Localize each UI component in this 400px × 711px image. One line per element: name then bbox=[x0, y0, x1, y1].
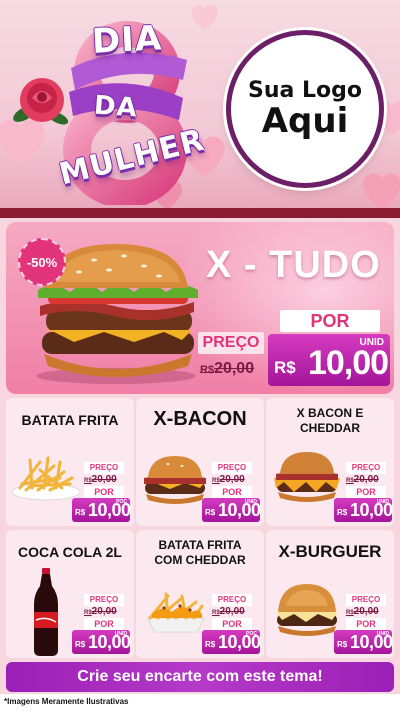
product-name: COCA COLA 2L bbox=[18, 544, 122, 560]
old-price: R$20,00 bbox=[346, 606, 379, 617]
old-amount: 20,00 bbox=[219, 606, 245, 617]
price-unit: UNID bbox=[376, 499, 389, 505]
old-amount: 20,00 bbox=[91, 606, 117, 617]
disclaimer-text: *Imagens Meramente Ilustrativas bbox=[4, 697, 129, 706]
title-word-dia: DIA bbox=[91, 18, 164, 62]
preco-label: PREÇO bbox=[84, 462, 124, 474]
old-price: R$20,00 bbox=[212, 474, 245, 485]
product-name: X-BACON bbox=[153, 408, 247, 430]
price-currency: R$ bbox=[274, 358, 296, 377]
por-label: POR bbox=[212, 486, 252, 498]
price-unit: POÇ bbox=[116, 499, 127, 505]
burger-image bbox=[272, 582, 342, 636]
burger-image bbox=[140, 454, 210, 504]
por-label: POR bbox=[212, 618, 252, 630]
old-currency: R$ bbox=[84, 610, 92, 616]
price-currency: R$ bbox=[75, 508, 86, 517]
por-label: POR bbox=[84, 618, 124, 630]
old-currency: R$ bbox=[200, 364, 215, 376]
price-unit: UNID bbox=[114, 631, 127, 637]
old-price: R$20,00 bbox=[346, 474, 379, 485]
old-price: R$20,00 bbox=[212, 606, 245, 617]
price-tag: R$ 10,00 UNID bbox=[334, 498, 393, 522]
old-price: R$20,00 bbox=[84, 606, 117, 617]
soda-bottle-image bbox=[32, 568, 60, 656]
price-unit: UNID bbox=[359, 337, 384, 348]
preco-label: PREÇO bbox=[84, 594, 124, 606]
por-label: POR bbox=[346, 618, 386, 630]
old-amount: 20,00 bbox=[91, 474, 117, 485]
featured-preco-label: PREÇO bbox=[198, 332, 264, 354]
price-currency: R$ bbox=[205, 508, 216, 517]
product-name: X-BURGUER bbox=[278, 542, 382, 561]
heart-icon bbox=[360, 172, 400, 212]
title-word-da: DA bbox=[93, 90, 139, 124]
product-card-x-bacon[interactable]: X-BACON PREÇO R$20,00 POR R$ 10,00 UNID bbox=[136, 398, 264, 526]
price-tag: R$ 10,00 UNID bbox=[334, 630, 393, 654]
product-name: X BACON E CHEDDAR bbox=[296, 406, 364, 435]
price-currency: R$ bbox=[205, 640, 216, 649]
price-currency: R$ bbox=[337, 508, 348, 517]
product-card-coca-cola[interactable]: COCA COLA 2L PREÇO R$20,00 POR R$ 10,00 … bbox=[6, 530, 134, 658]
old-currency: R$ bbox=[212, 478, 220, 484]
logo-line-2: Aqui bbox=[261, 100, 349, 141]
price-currency: R$ bbox=[337, 640, 348, 649]
price-currency: R$ bbox=[75, 640, 86, 649]
featured-old-price: R$20,00 bbox=[200, 360, 254, 378]
cheddar-fries-image bbox=[142, 588, 210, 634]
preco-label: PREÇO bbox=[212, 462, 252, 474]
price-amount: 10,00 bbox=[308, 344, 389, 382]
fries-image bbox=[10, 448, 82, 502]
create-flyer-button[interactable]: Crie seu encarte com este tema! bbox=[6, 662, 394, 692]
product-card-batata-frita[interactable]: BATATA FRITA PREÇO R$20,00 POR R$ 10,00 … bbox=[6, 398, 134, 526]
old-currency: R$ bbox=[346, 478, 354, 484]
price-unit: UNID bbox=[244, 499, 257, 505]
header-banner: DIA DA MULHER Sua Logo Aqui bbox=[0, 0, 400, 215]
featured-price-tag: R$ 10,00 UNID bbox=[268, 334, 390, 386]
price-tag: R$ 10,00 POÇ bbox=[72, 498, 131, 522]
product-card-x-bacon-cheddar[interactable]: X BACON E CHEDDAR PREÇO R$20,00 POR R$ 1… bbox=[266, 398, 394, 526]
old-amount: 20,00 bbox=[353, 606, 379, 617]
price-tag: R$ 10,00 POÇ bbox=[202, 630, 261, 654]
preco-label: PREÇO bbox=[212, 594, 252, 606]
price-tag: R$ 10,00 UNID bbox=[72, 630, 131, 654]
old-amount: 20,00 bbox=[219, 474, 245, 485]
logo-placeholder[interactable]: Sua Logo Aqui bbox=[226, 30, 384, 188]
old-currency: R$ bbox=[84, 478, 92, 484]
product-card-batata-cheddar[interactable]: BATATA FRITA COM CHEDDAR PREÇO R$20,00 P… bbox=[136, 530, 264, 658]
price-unit: UNID bbox=[376, 631, 389, 637]
featured-por-label: POR bbox=[280, 310, 380, 332]
preco-label: PREÇO bbox=[346, 462, 386, 474]
discount-badge: -50% bbox=[18, 238, 66, 286]
burger-image bbox=[272, 450, 342, 502]
product-name: BATATA FRITA bbox=[21, 412, 119, 428]
old-amount: 20,00 bbox=[353, 474, 379, 485]
preco-label: PREÇO bbox=[346, 594, 386, 606]
product-name: BATATA FRITA COM CHEDDAR bbox=[154, 538, 246, 567]
featured-product-name: X - TUDO bbox=[206, 244, 381, 286]
old-amount: 20,00 bbox=[214, 360, 255, 377]
old-currency: R$ bbox=[346, 610, 354, 616]
por-label: POR bbox=[346, 486, 386, 498]
old-currency: R$ bbox=[212, 610, 220, 616]
price-unit: POÇ bbox=[246, 631, 257, 637]
product-card-x-burguer[interactable]: X-BURGUER PREÇO R$20,00 POR R$ 10,00 UNI… bbox=[266, 530, 394, 658]
por-label: POR bbox=[84, 486, 124, 498]
header-divider bbox=[0, 208, 400, 218]
logo-line-1: Sua Logo bbox=[247, 77, 362, 103]
price-tag: R$ 10,00 UNID bbox=[202, 498, 261, 522]
old-price: R$20,00 bbox=[84, 474, 117, 485]
